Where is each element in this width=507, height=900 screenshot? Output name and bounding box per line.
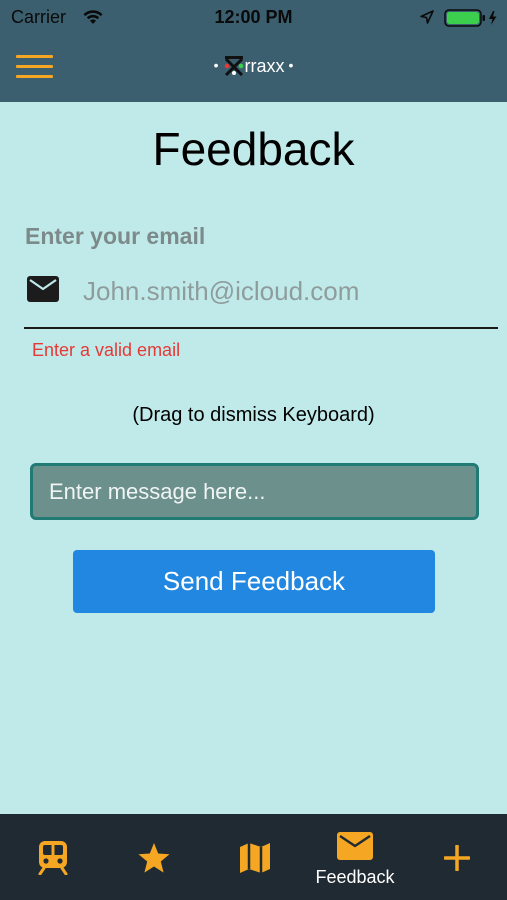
email-label: Enter your email: [25, 223, 206, 249]
email-error-text: Enter a valid email: [32, 340, 181, 360]
map-icon: [239, 842, 271, 879]
tab-bar: Feedback: [0, 814, 507, 900]
status-bar: Carrier 12:00 PM: [0, 0, 507, 36]
message-field[interactable]: [30, 463, 479, 520]
email-field[interactable]: [83, 273, 493, 309]
plus-icon: [443, 844, 471, 876]
send-feedback-button[interactable]: Send Feedback: [73, 550, 435, 613]
tab-favorites[interactable]: [105, 814, 203, 900]
logo-text: rraxx: [244, 56, 285, 76]
page-title: Feedback: [152, 123, 355, 175]
app-logo: • rraxx •: [0, 56, 507, 77]
battery-icon: [444, 9, 500, 32]
tab-feedback-label: Feedback: [315, 867, 395, 887]
tab-feedback[interactable]: Feedback: [305, 814, 405, 900]
logo-dot: •: [213, 57, 219, 73]
tab-map[interactable]: [203, 814, 305, 900]
envelope-icon: [27, 276, 59, 307]
email-underline: [24, 327, 498, 329]
train-icon: [38, 841, 68, 880]
logo-dot: •: [288, 57, 294, 73]
envelope-icon: [337, 832, 373, 865]
nav-bar: • rraxx •: [0, 36, 507, 102]
feedback-form: Feedback Enter your email Enter a valid …: [0, 102, 507, 814]
location-arrow-icon: [419, 9, 435, 30]
tab-trains[interactable]: [0, 814, 105, 900]
drag-hint: (Drag to dismiss Keyboard): [132, 404, 375, 426]
tab-add[interactable]: [405, 814, 507, 900]
logo-mark-icon: [223, 56, 245, 77]
star-icon: [137, 842, 171, 879]
